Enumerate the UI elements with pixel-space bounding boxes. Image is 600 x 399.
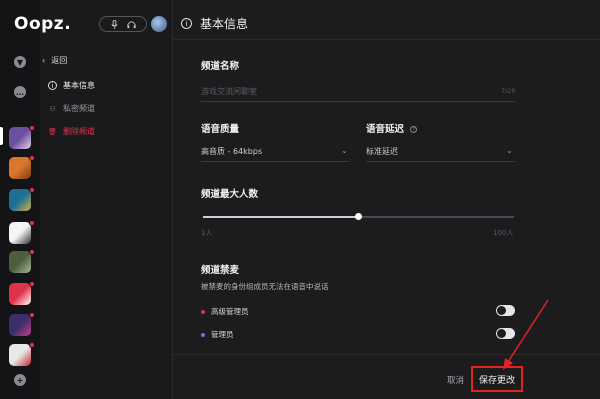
nav-item-basic-info[interactable]: i 基本信息 bbox=[48, 80, 95, 91]
server-avatar bbox=[9, 314, 31, 336]
toggle-knob bbox=[497, 329, 506, 338]
server-avatar bbox=[9, 344, 31, 366]
back-button[interactable]: ‹ 返回 bbox=[42, 55, 67, 66]
max-users-label: 频道最大人数 bbox=[201, 189, 259, 200]
unread-badge bbox=[29, 312, 35, 318]
unread-badge bbox=[29, 220, 35, 226]
unread-badge bbox=[29, 281, 35, 287]
voice-delay-underline bbox=[366, 161, 515, 162]
settings-nav: ‹ 返回 i 基本信息 ⚇ 私密频道 🗑 删除频道 bbox=[40, 38, 171, 399]
slider-handle[interactable] bbox=[355, 213, 362, 220]
toggle-knob bbox=[497, 306, 506, 315]
role-row: 管理员 bbox=[201, 329, 234, 340]
page-title: 基本信息 bbox=[200, 17, 249, 31]
chevron-left-icon: ‹ bbox=[42, 56, 46, 65]
user-avatar[interactable] bbox=[151, 16, 167, 32]
role-name: 管理员 bbox=[211, 330, 234, 339]
role-color-dot bbox=[201, 332, 205, 337]
nav-item-label: 删除频道 bbox=[63, 127, 95, 136]
mute-roles-description: 被禁麦的身份组成员无法在语音中说话 bbox=[201, 282, 329, 291]
role-row: 高级管理员 bbox=[201, 306, 249, 317]
nav-item-private-channel[interactable]: ⚇ 私密频道 bbox=[48, 103, 95, 114]
channel-name-input[interactable]: 游戏交流闲聊室 bbox=[201, 86, 257, 97]
server-avatar bbox=[9, 222, 31, 244]
role-toggle[interactable] bbox=[496, 305, 515, 316]
nav-item-label: 基本信息 bbox=[63, 81, 95, 90]
channel-name-underline bbox=[201, 101, 515, 102]
server-icon[interactable] bbox=[8, 125, 35, 152]
voice-delay-select[interactable]: 标准延迟 bbox=[366, 146, 398, 157]
unread-badge bbox=[29, 125, 35, 131]
voice-quality-underline bbox=[201, 161, 349, 162]
voice-delay-text: 语音延迟 bbox=[366, 124, 405, 135]
chevron-down-icon[interactable]: ⌄ bbox=[506, 146, 513, 155]
trash-icon: 🗑 bbox=[48, 127, 57, 136]
voice-quality-label: 语音质量 bbox=[201, 124, 240, 135]
headphones-icon[interactable] bbox=[127, 20, 136, 29]
server-icon[interactable] bbox=[8, 220, 35, 247]
server-icon[interactable] bbox=[8, 187, 35, 214]
cancel-button[interactable]: 取消 bbox=[447, 374, 464, 386]
server-icon[interactable] bbox=[8, 342, 35, 369]
role-toggle[interactable] bbox=[496, 328, 515, 339]
page-header: i 基本信息 bbox=[181, 15, 248, 32]
chevron-down-icon[interactable]: ⌄ bbox=[341, 146, 348, 155]
channel-name-label: 频道名称 bbox=[201, 61, 240, 72]
server-avatar bbox=[9, 283, 31, 305]
mute-roles-label: 频道禁麦 bbox=[201, 265, 240, 276]
info-icon: i bbox=[48, 81, 57, 90]
voice-quality-select[interactable]: 高音质 - 64kbps bbox=[201, 146, 262, 157]
unread-badge bbox=[29, 249, 35, 255]
messages-icon[interactable]: … bbox=[10, 82, 30, 102]
nav-item-label: 私密频道 bbox=[63, 104, 95, 113]
server-icon[interactable] bbox=[8, 249, 35, 276]
server-icon[interactable] bbox=[8, 281, 35, 308]
voice-delay-label: 语音延迟 ? bbox=[366, 121, 418, 135]
server-avatar bbox=[9, 189, 31, 211]
slider-min-label: 1人 bbox=[201, 229, 213, 237]
server-icon[interactable] bbox=[8, 312, 35, 339]
server-avatar bbox=[9, 127, 31, 149]
slider-fill bbox=[203, 216, 359, 218]
microphone-icon[interactable] bbox=[110, 19, 119, 29]
active-server-indicator bbox=[0, 127, 3, 145]
max-users-slider[interactable] bbox=[203, 213, 514, 220]
server-rail: ▼ … + bbox=[0, 0, 40, 399]
unread-badge bbox=[29, 342, 35, 348]
role-color-dot bbox=[201, 309, 205, 314]
server-avatar bbox=[9, 157, 31, 179]
server-icon[interactable] bbox=[8, 155, 35, 182]
settings-content: i 基本信息 频道名称 游戏交流闲聊室 7/20 语音质量 高音质 - 64kb… bbox=[173, 0, 600, 399]
channel-name-counter: 7/20 bbox=[501, 87, 516, 95]
footer-divider bbox=[173, 354, 600, 355]
server-avatar bbox=[9, 251, 31, 273]
unread-badge bbox=[29, 155, 35, 161]
help-icon[interactable]: ? bbox=[410, 126, 418, 133]
save-changes-button[interactable]: 保存更改 bbox=[471, 366, 523, 392]
person-lock-icon: ⚇ bbox=[49, 104, 56, 113]
add-server-icon[interactable]: + bbox=[10, 370, 30, 390]
back-label: 返回 bbox=[51, 56, 68, 65]
info-icon: i bbox=[181, 18, 192, 29]
discover-icon[interactable]: ▼ bbox=[10, 52, 30, 72]
app-logo: Oopz. bbox=[14, 14, 72, 34]
voice-controls[interactable] bbox=[99, 16, 147, 32]
unread-badge bbox=[29, 187, 35, 193]
role-name: 高级管理员 bbox=[211, 307, 249, 316]
slider-max-label: 100人 bbox=[493, 229, 514, 237]
header-divider bbox=[173, 39, 600, 40]
nav-item-delete-channel[interactable]: 🗑 删除频道 bbox=[48, 126, 95, 137]
